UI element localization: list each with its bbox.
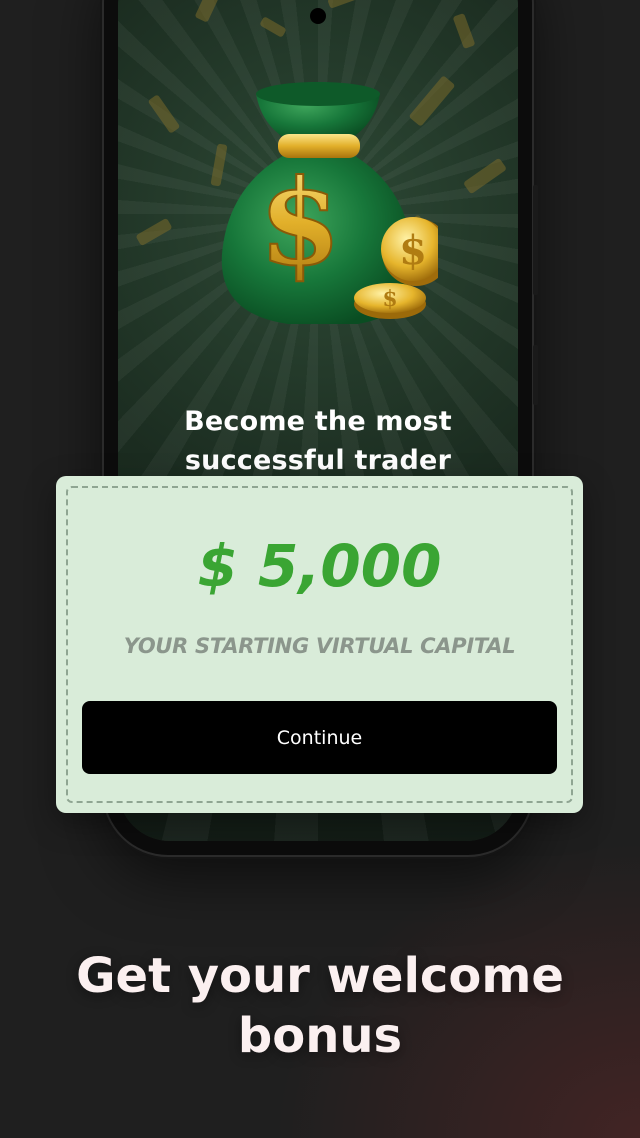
front-camera (310, 8, 326, 24)
promo-title-text: Get your welcome bonus (76, 948, 564, 1064)
bonus-caption: YOUR STARTING VIRTUAL CAPITAL (123, 634, 516, 658)
phone-side-button (533, 185, 538, 295)
welcome-bonus-card: $ 5,000 YOUR STARTING VIRTUAL CAPITAL Co… (56, 476, 583, 813)
bonus-amount: $ 5,000 (197, 532, 442, 600)
phone-side-button (533, 345, 538, 405)
money-bag-icon: $ $ $ (221, 82, 438, 324)
svg-text:$: $ (399, 227, 427, 274)
promo-title: Get your welcome bonus (0, 946, 640, 1066)
continue-button[interactable]: Continue (82, 701, 557, 774)
svg-text:$: $ (259, 153, 341, 292)
svg-text:$: $ (382, 286, 397, 312)
screen-headline: Become the most successful trader (184, 406, 452, 476)
